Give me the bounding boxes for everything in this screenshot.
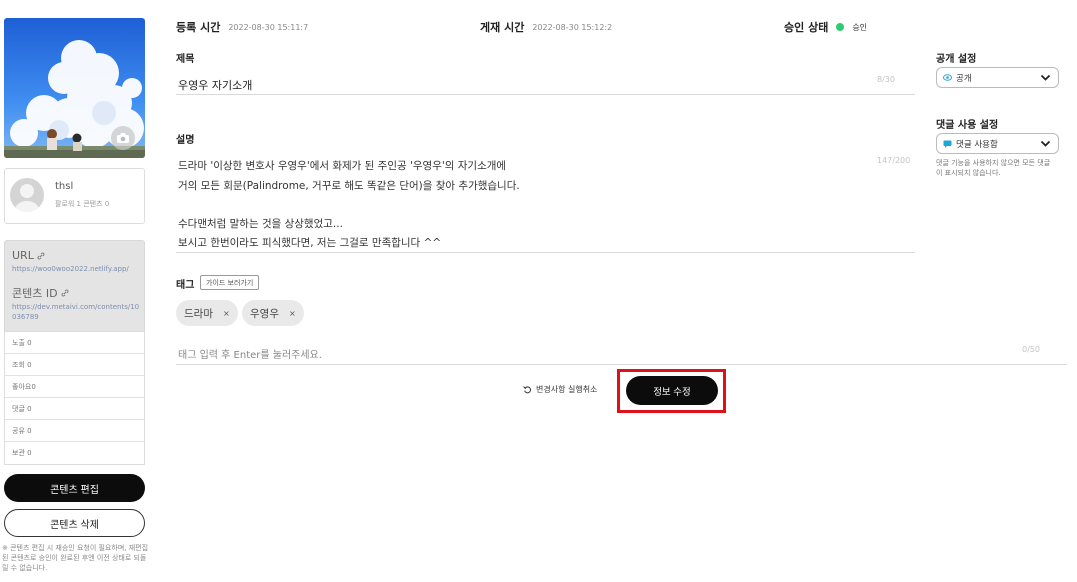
edit-notice: ※ 콘텐츠 편집 시 재승인 요청이 필요하며, 재편집된 콘텐츠로 승인이 완… [2,544,149,572]
url-value[interactable]: https://woo0woo2022.netlify.app/ [12,264,142,274]
approval-status-label: 승인 상태 [784,21,829,34]
edit-content-button[interactable]: 콘텐츠 편집 [4,474,145,502]
content-thumbnail [4,18,145,158]
link-icon [37,252,45,259]
creator-profile-card: thsl 팔로워 1 콘텐츠 0 [4,168,145,224]
comment-setting-note: 댓글 기능을 사용하지 않으면 모든 댓글이 표시되지 않습니다. [936,159,1051,177]
description-underline [176,252,915,253]
undo-icon [523,386,531,394]
remove-tag-icon[interactable]: × [223,309,230,318]
comment-setting-label: 댓글 사용 설정 [936,120,999,131]
published-time-value: 2022-08-30 15:12:2 [532,22,613,32]
stat-saves: 보관 0 [12,449,32,457]
content-id-label: 콘텐츠 ID [12,287,58,300]
tag-label: 태그 [176,280,195,291]
camera-icon[interactable] [111,126,135,150]
chevron-down-icon [1040,74,1051,81]
visibility-select-value: 공개 [956,73,972,84]
guide-button[interactable]: 가이드 보러가기 [200,275,260,290]
stat-comments: 댓글 0 [5,398,144,420]
description-line: 드라마 '이상한 변호사 우영우'에서 화제가 된 주인공 '우영우'의 자기소… [178,160,507,172]
description-label: 설명 [176,135,195,146]
registered-time: 등록 시간 2022-08-30 15:11:7 [176,19,308,35]
stat-views: 조회 0 [5,354,144,376]
comment-select[interactable]: 댓글 사용함 [936,133,1059,154]
title-label: 제목 [176,54,195,65]
title-underline [176,94,915,95]
approval-status-value: 승인 [852,22,868,32]
tag-counter: 0/50 [1022,345,1040,354]
stat-shares: 공유 0 [5,420,144,442]
description-line: 거의 모든 회문(Palindrome, 거꾸로 해도 똑같은 단어)을 찾아 … [178,180,520,192]
stat-impressions: 노출 0 [5,332,144,354]
description-line: 수다맨처럼 말하는 것을 상상했었고... [178,218,343,230]
status-dot-icon [836,23,845,31]
submit-highlight-box: 정보 수정 [617,369,726,413]
url-label-row: URL [12,249,45,262]
description-counter: 147/200 [877,156,911,165]
tag-chip-label: 우영우 [250,307,279,320]
approval-status: 승인 상태 승인 [784,19,867,35]
comment-select-value: 댓글 사용함 [956,139,998,150]
eye-icon [943,74,952,81]
remove-tag-icon[interactable]: × [289,309,296,318]
chevron-down-icon [1040,140,1051,147]
tag-underline [176,364,1067,365]
title-counter: 8/30 [877,75,895,84]
published-time: 게재 시간 2022-08-30 15:12:2 [480,19,612,35]
visibility-select[interactable]: 공개 [936,67,1059,88]
revert-changes-button[interactable]: 변경사항 실행취소 [523,384,597,395]
url-label: URL [12,249,34,262]
creator-stats: 팔로워 1 콘텐츠 0 [55,200,110,208]
update-info-button[interactable]: 정보 수정 [626,376,718,405]
revert-changes-label: 변경사항 실행취소 [536,385,598,394]
published-time-label: 게재 시간 [480,21,525,34]
link-icon [61,289,69,297]
content-id-value[interactable]: https://dev.metaivi.com/contents/1003678… [12,302,142,322]
creator-name: thsl [55,181,74,192]
registered-time-value: 2022-08-30 15:11:7 [228,22,309,32]
content-info-box: URL https://woo0woo2022.netlify.app/ 콘텐츠… [4,240,145,332]
tag-chip: 드라마 × [176,300,238,326]
content-id-label-row: 콘텐츠 ID [12,285,69,301]
tag-chip: 우영우 × [242,300,304,326]
tag-chip-label: 드라마 [184,307,213,320]
comment-icon [943,140,952,148]
avatar [10,178,44,212]
content-stats-list: 노출 0 조회 0 좋아요0 댓글 0 공유 0 보관 0 [4,331,145,465]
tag-input[interactable]: 태그 입력 후 Enter를 눌러주세요. [178,346,322,361]
stat-likes: 좋아요0 [5,376,144,398]
registered-time-label: 등록 시간 [176,21,221,34]
delete-content-button[interactable]: 콘텐츠 삭제 [4,509,145,537]
visibility-setting-label: 공개 설정 [936,54,977,65]
title-input[interactable]: 우영우 자기소개 [178,77,252,93]
description-line: 보시고 한번이라도 피식했다면, 저는 그걸로 만족합니다 ^^ [178,237,442,249]
